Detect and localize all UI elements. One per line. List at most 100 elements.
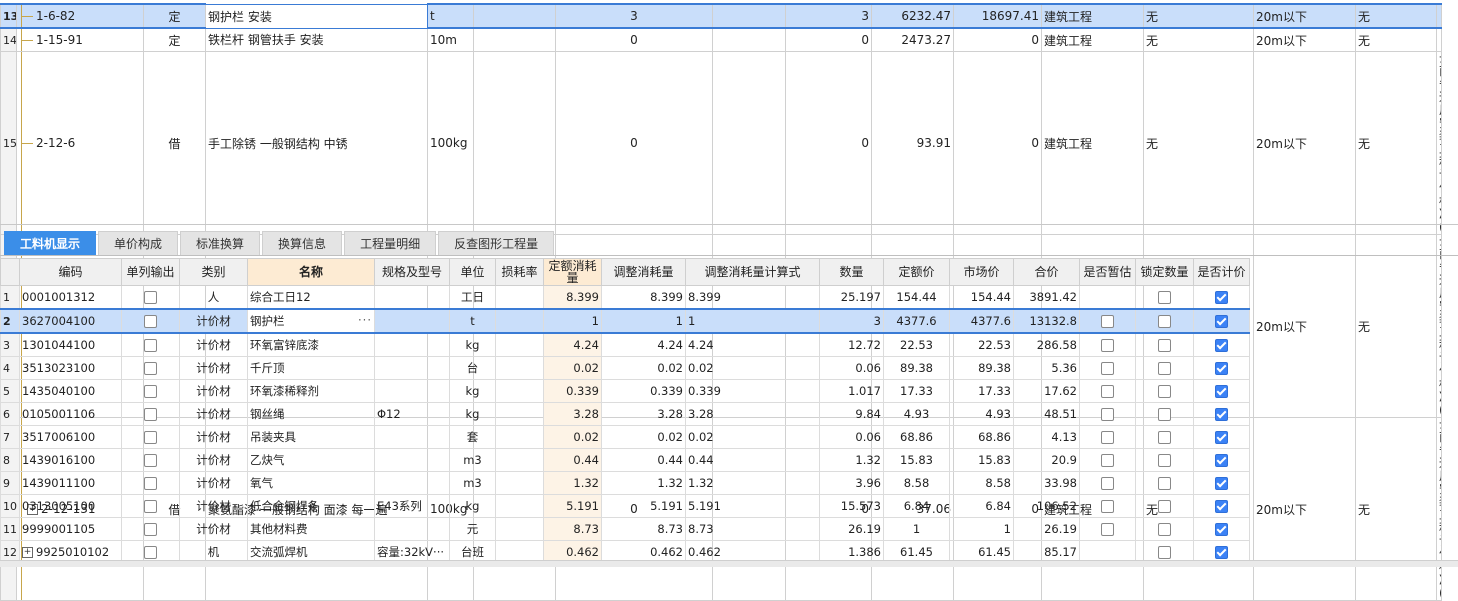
is-priced-checkbox[interactable] (1215, 454, 1228, 467)
is-priced-checkbox[interactable] (1215, 546, 1228, 559)
column-header-13[interactable]: 市场价 (949, 258, 1014, 286)
provisional-cell[interactable] (1079, 332, 1136, 357)
is-priced-cell[interactable] (1193, 379, 1250, 403)
resource-spec[interactable] (374, 379, 450, 403)
resource-code[interactable]: 3517006100 (19, 425, 122, 449)
lock-quantity-checkbox[interactable] (1158, 362, 1171, 375)
tab-5[interactable]: 工程量明细 (344, 231, 437, 255)
provisional-cell[interactable] (1079, 471, 1136, 495)
table-row[interactable]: 9 1439011100 计价材 氧气 m3 1.32 1.32 1.32 3.96 8.58 8.… (0, 471, 1250, 495)
table-row[interactable]: 11 9999001105 计价材 其他材料费元 8.73 8.73 8.73 26.19 1 1… (0, 517, 1250, 541)
item-code-cell[interactable]: 2-12-6 (16, 51, 144, 235)
resource-code[interactable]: 0001001312 (19, 285, 122, 310)
resource-market-price[interactable]: 1 (949, 517, 1014, 541)
resource-code[interactable]: 9999001105 (19, 517, 122, 541)
resource-spec[interactable] (374, 332, 450, 357)
single-output-cell[interactable] (121, 425, 180, 449)
resource-adjusted-consumption[interactable]: 0.44 (601, 448, 686, 472)
item-quantity[interactable]: 0 (555, 27, 713, 52)
resource-adjusted-consumption[interactable]: 8.73 (601, 517, 686, 541)
single-output-cell[interactable] (121, 356, 180, 380)
resource-spec[interactable] (374, 471, 450, 495)
expand-icon[interactable]: + (22, 547, 33, 558)
table-row[interactable]: 131-6-82定钢护栏 安装t336232.4718697.41建筑工程无20… (0, 3, 1442, 29)
table-row[interactable]: 5 1435040100 计价材 环氧漆稀释剂 kg 0.339 0.339 0.339 1.0… (0, 379, 1250, 403)
provisional-checkbox[interactable] (1101, 523, 1114, 536)
resource-market-price[interactable]: 4.93 (949, 402, 1014, 426)
single-output-checkbox[interactable] (144, 431, 157, 444)
resource-spec[interactable] (374, 517, 450, 541)
is-priced-checkbox[interactable] (1215, 362, 1228, 375)
resource-spec[interactable] (374, 308, 450, 334)
is-priced-cell[interactable] (1193, 332, 1250, 357)
resource-adjusted-consumption[interactable]: 1 (601, 308, 686, 334)
provisional-cell[interactable] (1079, 356, 1136, 380)
is-priced-cell[interactable] (1193, 308, 1250, 334)
provisional-checkbox[interactable] (1101, 339, 1114, 352)
resource-adjust-formula[interactable]: 0.339 (685, 379, 820, 403)
item-quantity[interactable]: 3 (555, 3, 713, 29)
resource-market-price[interactable]: 4377.6 (949, 308, 1014, 334)
is-priced-checkbox[interactable] (1215, 408, 1228, 421)
tab-6[interactable]: 反查图形工程量 (438, 231, 555, 255)
lock-quantity-cell[interactable] (1135, 379, 1194, 403)
column-header-7[interactable]: 损耗率 (495, 258, 544, 286)
single-output-checkbox[interactable] (144, 454, 157, 467)
is-priced-checkbox[interactable] (1215, 477, 1228, 490)
column-header-9[interactable]: 调整消耗量 (601, 258, 686, 286)
column-header-3[interactable]: 类别 (179, 258, 248, 286)
resource-name[interactable]: 钢护栏 ··· (247, 308, 375, 334)
lock-quantity-cell[interactable] (1135, 448, 1194, 472)
splitter[interactable] (0, 224, 1458, 225)
resource-name[interactable]: 环氧富锌底漆 (247, 332, 375, 357)
single-output-checkbox[interactable] (144, 362, 157, 375)
single-output-checkbox[interactable] (144, 477, 157, 490)
lock-quantity-cell[interactable] (1135, 332, 1194, 357)
column-header-11[interactable]: 数量 (819, 258, 884, 286)
resource-adjust-formula[interactable]: 8.73 (685, 517, 820, 541)
is-priced-checkbox[interactable] (1215, 385, 1228, 398)
table-row[interactable]: 8 1439016100 计价材 乙炔气 m3 0.44 0.44 0.44 1.32 15.83… (0, 448, 1250, 472)
provisional-checkbox[interactable] (1101, 431, 1114, 444)
resource-code[interactable]: 3513023100 (19, 356, 122, 380)
column-header-6[interactable]: 单位 (449, 258, 496, 286)
resource-adjust-formula[interactable]: 1 (685, 308, 820, 334)
single-output-cell[interactable] (121, 448, 180, 472)
provisional-cell[interactable] (1079, 308, 1136, 334)
resource-spec[interactable]: E43系列 (374, 494, 450, 518)
resource-loss-rate[interactable] (495, 379, 544, 403)
provisional-cell[interactable] (1079, 379, 1136, 403)
resource-code[interactable]: 1301044100 (19, 332, 122, 357)
single-output-checkbox[interactable] (144, 546, 157, 559)
resource-spec[interactable] (374, 285, 450, 310)
tab-1[interactable]: 工料机显示 (4, 231, 97, 255)
tab-4[interactable]: 换算信息 (262, 231, 343, 255)
item-code-cell[interactable]: 1-15-91 (16, 27, 144, 52)
single-output-cell[interactable] (121, 494, 180, 518)
column-header-1[interactable]: 编码 (19, 258, 122, 286)
lock-quantity-checkbox[interactable] (1158, 454, 1171, 467)
resource-loss-rate[interactable] (495, 402, 544, 426)
resource-adjust-formula[interactable]: 0.44 (685, 448, 820, 472)
provisional-cell[interactable] (1079, 425, 1136, 449)
is-priced-checkbox[interactable] (1215, 339, 1228, 352)
single-output-cell[interactable] (121, 308, 180, 334)
single-output-checkbox[interactable] (144, 500, 157, 513)
item-name[interactable]: 手工除锈 一般钢结构 中锈 (205, 51, 428, 235)
single-output-cell[interactable] (121, 517, 180, 541)
resource-adjusted-consumption[interactable]: 0.02 (601, 425, 686, 449)
provisional-checkbox[interactable] (1101, 408, 1114, 421)
lock-quantity-cell[interactable] (1135, 356, 1194, 380)
resource-name[interactable]: 千斤顶 (247, 356, 375, 380)
lock-quantity-checkbox[interactable] (1158, 431, 1171, 444)
column-header-17[interactable]: 是否计价 (1193, 258, 1250, 286)
more-icon[interactable]: ··· (358, 313, 372, 327)
item-name[interactable]: 铁栏杆 钢管扶手 安装 (205, 27, 428, 52)
lock-quantity-checkbox[interactable] (1158, 523, 1171, 536)
provisional-checkbox[interactable] (1101, 454, 1114, 467)
is-priced-cell[interactable] (1193, 425, 1250, 449)
single-output-checkbox[interactable] (144, 523, 157, 536)
resource-adjusted-consumption[interactable]: 8.399 (601, 285, 686, 310)
is-priced-cell[interactable] (1193, 285, 1250, 310)
is-priced-cell[interactable] (1193, 471, 1250, 495)
